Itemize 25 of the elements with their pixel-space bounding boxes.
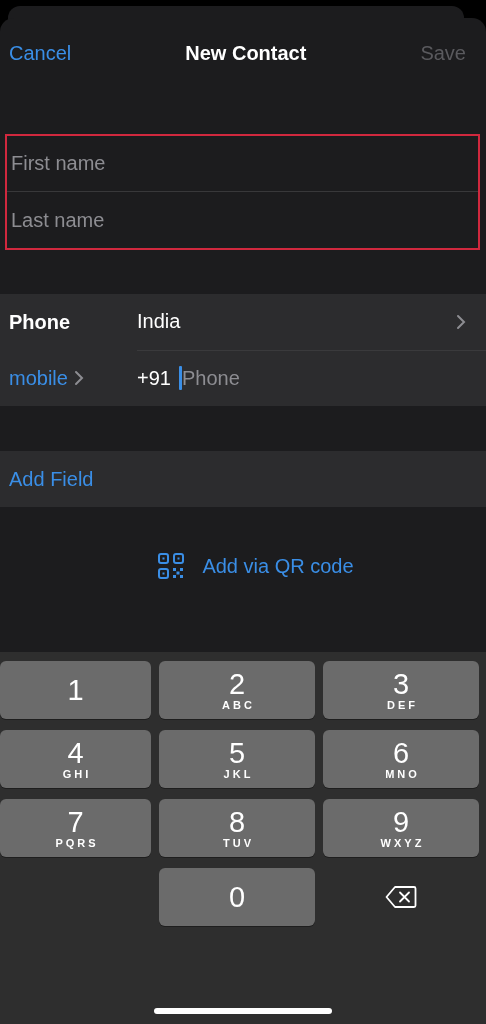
screen-title: New Contact — [185, 41, 307, 65]
keypad-key[interactable]: 5 JKL — [159, 730, 315, 788]
name-field[interactable]: First name — [7, 136, 478, 192]
chevron-right-icon — [456, 313, 466, 330]
keypad-key[interactable]: 7 PQRS — [0, 799, 151, 857]
keypad-key[interactable]: 2 ABC — [159, 661, 315, 719]
keypad-key[interactable]: 8 TUV — [159, 799, 315, 857]
add-field-button[interactable]: Add Field — [0, 451, 486, 507]
country-code: +91 — [137, 366, 171, 390]
keypad-key[interactable]: 9 WXYZ — [323, 799, 479, 857]
qr-code-icon — [158, 553, 185, 579]
country-selector[interactable]: India — [137, 293, 466, 350]
chevron-right-icon — [73, 370, 84, 386]
phone-field[interactable]: Phone — [181, 366, 466, 390]
keypad-key[interactable]: 1 — [0, 661, 151, 719]
keypad-key[interactable]: 0 — [159, 868, 315, 926]
phone-label: Phone — [8, 310, 72, 334]
qr-code-link[interactable]: Add via QR code — [158, 551, 354, 581]
keypad-key[interactable]: 4 GHI — [0, 730, 151, 788]
cancel-button[interactable]: Cancel — [9, 41, 72, 65]
name-field[interactable]: Last name — [7, 192, 478, 248]
delete-icon[interactable] — [385, 885, 417, 909]
phone-type-button[interactable]: mobile — [9, 366, 137, 390]
keypad-key[interactable]: 3 DEF — [323, 661, 479, 719]
keypad-key[interactable]: 6 MNO — [323, 730, 479, 788]
